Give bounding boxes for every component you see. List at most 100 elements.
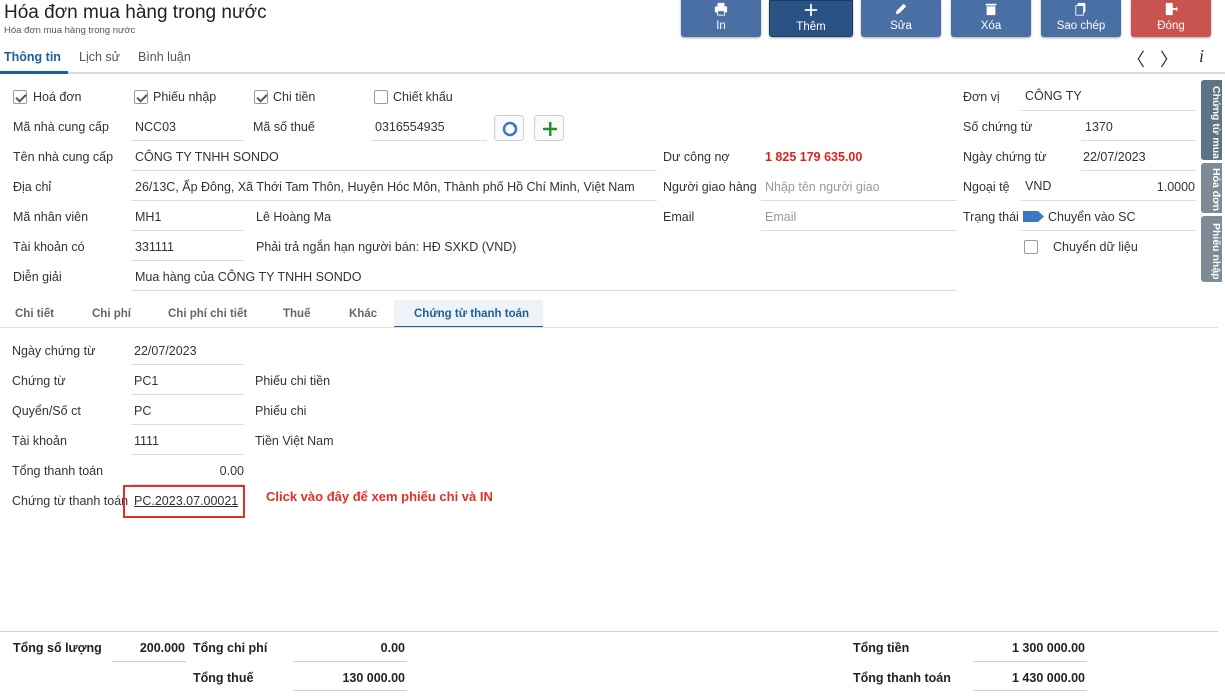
payment-doc-field[interactable]: PC1 (134, 374, 158, 388)
invoice-checkbox[interactable] (13, 90, 27, 104)
email-underline (761, 230, 957, 231)
total-payment-label: Tổng thanh toán (853, 671, 951, 685)
delete-label: Xóa (980, 20, 1002, 32)
add-supplier-button[interactable] (534, 115, 564, 141)
email-input[interactable]: Email (765, 210, 796, 224)
address-label: Địa chỉ (13, 180, 52, 194)
discount-checkbox-label: Chiết khấu (393, 90, 453, 104)
highlight-box (123, 485, 245, 518)
next-icon[interactable]: 〉 (1160, 46, 1178, 72)
sub-tab-detail[interactable]: Chi tiết (15, 308, 54, 320)
payment-doc-label: Chứng từ (12, 374, 66, 388)
prev-icon[interactable]: 〈 (1127, 46, 1145, 72)
transfer-checkbox[interactable] (1024, 240, 1038, 254)
deliverer-underline (761, 200, 957, 201)
trash-icon (951, 0, 1031, 20)
transfer-checkbox-label: Chuyển dữ liệu (1053, 240, 1138, 254)
total-payment-value: 1 430 000.00 (1012, 671, 1085, 685)
payment-total-label: Tổng thanh toán (12, 464, 104, 478)
add-button[interactable]: Thêm (769, 0, 853, 37)
tax-code-field[interactable]: 0316554935 (375, 120, 445, 134)
supplier-name-label: Tên nhà cung cấp (13, 150, 114, 164)
total-cost-label: Tổng chi phí (193, 641, 268, 655)
supplier-name-underline (131, 170, 657, 171)
debt-value: 1 825 179 635.00 (765, 150, 863, 164)
description-underline (131, 290, 957, 291)
supplier-code-label: Mã nhà cung cấp (13, 120, 109, 134)
payment-checkbox[interactable] (254, 90, 268, 104)
payment-checkbox-label: Chi tiền (273, 90, 316, 104)
account-field[interactable]: 331111 (135, 240, 174, 254)
supplier-code-field[interactable]: NCC03 (135, 120, 176, 134)
payment-total-field: 0.00 (219, 464, 244, 478)
status-label: Trạng thái (963, 210, 1019, 224)
tab-history[interactable]: Lịch sử (79, 50, 120, 64)
info-icon[interactable]: i (1199, 46, 1204, 67)
edit-label: Sửa (890, 20, 912, 32)
page-subtitle: Hóa đơn mua hàng trong nước (4, 25, 136, 36)
sub-tab-cost-detail[interactable]: Chi phí chi tiết (168, 308, 247, 320)
printer-icon (681, 0, 761, 20)
payment-date-label: Ngày chứng từ (12, 344, 96, 358)
address-field[interactable]: 26/13C, Ấp Đông, Xã Thới Tam Thôn, Huyện… (135, 180, 635, 194)
unit-underline (1021, 110, 1196, 111)
payment-account-field[interactable]: 1111 (134, 434, 159, 448)
doc-date-field[interactable]: 22/07/2023 (1083, 150, 1146, 164)
side-tab-receipt[interactable]: Phiếu nhập (1201, 216, 1222, 282)
tab-comments[interactable]: Bình luận (138, 50, 191, 64)
unit-field[interactable]: CÔNG TY (1025, 89, 1082, 103)
email-label: Email (663, 210, 695, 224)
total-qty-value: 200.000 (139, 641, 185, 655)
book-underline (131, 424, 244, 425)
delete-button[interactable]: Xóa (951, 0, 1031, 37)
doc-date-underline (1081, 170, 1196, 171)
total-cost-value: 0.00 (380, 641, 405, 655)
tax-code-underline (371, 140, 487, 141)
payment-account-underline (131, 454, 244, 455)
book-description: Phiếu chi (255, 404, 307, 418)
payment-voucher-label: Chứng từ thanh toán (12, 494, 129, 508)
status-underline (1021, 230, 1196, 231)
payment-date-field[interactable]: 22/07/2023 (134, 344, 197, 358)
description-field[interactable]: Mua hàng của CÔNG TY TNHH SONDO (135, 270, 361, 284)
sub-tab-tax[interactable]: Thuế (283, 308, 310, 320)
status-value: Chuyển vào SC (1048, 210, 1136, 224)
close-button[interactable]: Đóng (1131, 0, 1211, 37)
deliverer-input[interactable]: Nhập tên người giao (765, 180, 880, 194)
sub-tab-payment-doc[interactable]: Chứng từ thanh toán (414, 308, 529, 320)
sub-tab-cost[interactable]: Chi phí (92, 308, 131, 320)
close-label: Đóng (1157, 20, 1185, 32)
currency-field[interactable]: VND (1025, 179, 1051, 193)
book-field[interactable]: PC (134, 404, 151, 418)
plus-icon (770, 1, 852, 21)
tab-info[interactable]: Thông tin (4, 50, 61, 64)
deliverer-label: Người giao hàng (663, 180, 757, 194)
payment-date-underline (131, 364, 244, 365)
tax-code-label: Mã số thuế (253, 120, 315, 134)
total-tax-label: Tổng thuế (193, 671, 254, 685)
doc-no-field[interactable]: 1370 (1085, 120, 1113, 134)
receipt-checkbox[interactable] (134, 90, 148, 104)
edit-button[interactable]: Sửa (861, 0, 941, 37)
print-button[interactable]: In (681, 0, 761, 37)
employee-code-field[interactable]: MH1 (135, 210, 161, 224)
copy-button[interactable]: Sao chép (1041, 0, 1121, 37)
sub-tabs-divider (0, 327, 1218, 328)
active-tab-indicator (0, 71, 68, 74)
plus-icon (543, 122, 557, 136)
total-amount-label: Tổng tiền (853, 641, 910, 655)
supplier-name-field[interactable]: CÔNG TY TNHH SONDO (135, 150, 279, 164)
side-tab-purchase-doc[interactable]: Chứng từ mua (1201, 80, 1222, 160)
side-tab-invoice[interactable]: Hóa đơn (1201, 163, 1222, 213)
refresh-button[interactable] (494, 115, 524, 141)
account-label: Tài khoản có (13, 240, 85, 254)
sub-tab-other[interactable]: Khác (349, 308, 377, 320)
exchange-rate-field[interactable]: 1.0000 (1130, 180, 1195, 194)
description-label: Diễn giải (13, 270, 62, 284)
add-label: Thêm (796, 21, 826, 33)
employee-name: Lê Hoàng Ma (256, 210, 332, 224)
discount-checkbox[interactable] (374, 90, 388, 104)
total-amount-value: 1 300 000.00 (1012, 641, 1085, 655)
status-tag-icon (1023, 211, 1044, 222)
payment-doc-description: Phiếu chi tiền (255, 374, 331, 388)
